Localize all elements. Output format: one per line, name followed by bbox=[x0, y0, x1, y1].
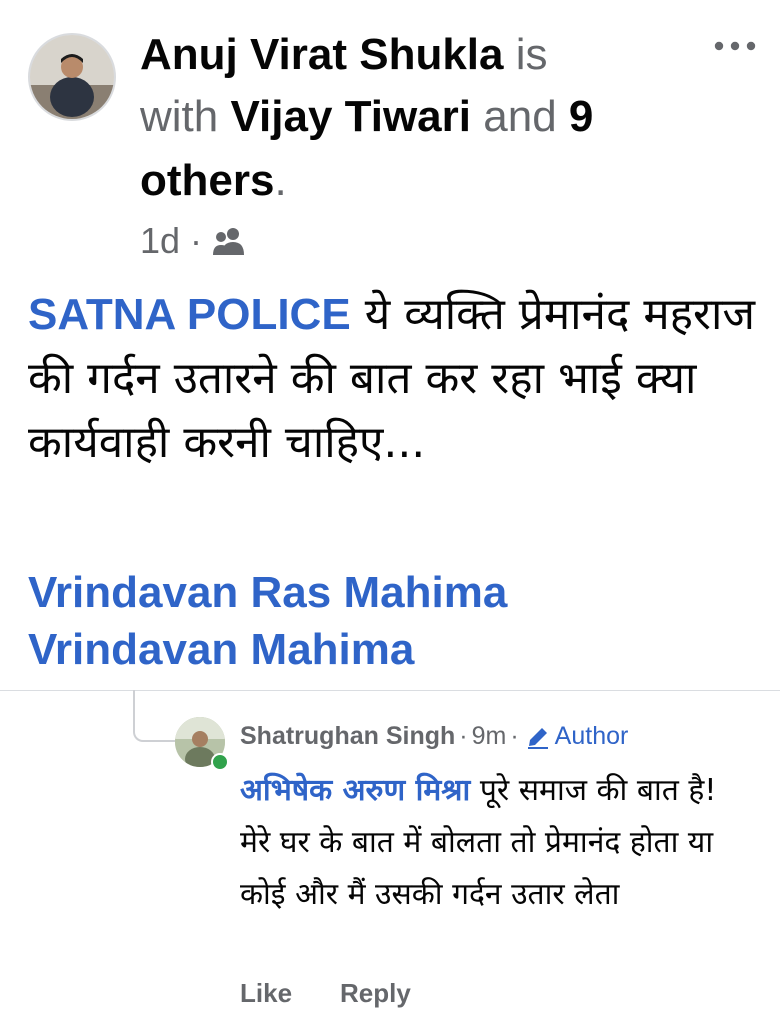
post-text: SATNA POLICE ये व्यक्ति प्रेमानंद महराज … bbox=[28, 283, 768, 475]
others-link[interactable]: others bbox=[140, 156, 274, 205]
reply-button[interactable]: Reply bbox=[340, 978, 411, 1009]
post-meta: 1d · bbox=[140, 220, 246, 262]
like-button[interactable]: Like bbox=[240, 978, 292, 1009]
comment-text: अभिषेक अरुण मिश्रा पूरे समाज की बात है! … bbox=[240, 765, 740, 921]
comment-time[interactable]: 9m bbox=[472, 722, 507, 751]
period: . bbox=[274, 156, 287, 205]
header-line-2: with Vijay Tiwari and 9 bbox=[140, 86, 593, 148]
post-container: Anuj Virat Shukla is with Vijay Tiwari a… bbox=[0, 0, 780, 690]
with-text: with bbox=[140, 92, 219, 141]
post-timestamp[interactable]: 1d bbox=[140, 220, 180, 262]
author-avatar[interactable] bbox=[28, 33, 116, 121]
is-text: is bbox=[515, 30, 548, 79]
online-status-dot bbox=[211, 753, 229, 771]
post-mention[interactable]: SATNA POLICE bbox=[28, 290, 351, 339]
others-count[interactable]: 9 bbox=[569, 92, 593, 141]
tag-link-2[interactable]: Vrindavan Mahima bbox=[28, 622, 414, 678]
header-line-3: others. bbox=[140, 150, 287, 212]
friends-icon[interactable] bbox=[212, 226, 246, 256]
comment-dot-2: · bbox=[510, 722, 519, 750]
author-badge-label: Author bbox=[554, 722, 629, 750]
tagged-person[interactable]: Vijay Tiwari bbox=[230, 92, 471, 141]
tag-link-1[interactable]: Vrindavan Ras Mahima bbox=[28, 565, 507, 621]
and-text: and bbox=[483, 92, 557, 141]
comment-header: Shatrughan Singh · 9m · Author bbox=[240, 722, 628, 751]
avatar-photo bbox=[30, 35, 114, 119]
meta-dot: · bbox=[190, 220, 203, 261]
reply-thread-line bbox=[133, 690, 175, 742]
comment-dot-1: · bbox=[459, 722, 468, 750]
comment-actions: Like Reply bbox=[240, 978, 411, 1009]
header-line-1: Anuj Virat Shukla is bbox=[140, 24, 548, 86]
author-name[interactable]: Anuj Virat Shukla bbox=[140, 30, 504, 79]
author-badge: Author bbox=[525, 722, 629, 751]
commenter-name[interactable]: Shatrughan Singh bbox=[240, 722, 455, 751]
pencil-icon bbox=[527, 727, 548, 749]
comment-mention[interactable]: अभिषेक अरुण मिश्रा bbox=[240, 773, 470, 808]
more-options-icon[interactable] bbox=[712, 36, 758, 56]
